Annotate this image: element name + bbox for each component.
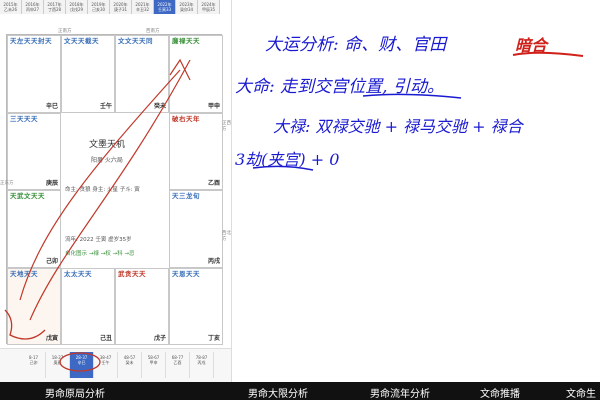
year-tab[interactable]: 2020年 庚子31: [110, 0, 132, 14]
direction-west: 正西方: [222, 121, 231, 132]
palace-cell[interactable]: 天恩天天丁亥: [169, 267, 223, 345]
decade-tab-ganzhi: 癸未: [125, 360, 134, 365]
palace-stars: 文文天天同: [118, 37, 153, 45]
palace-stars: 天三龙旬: [172, 192, 200, 200]
note-line-4: 3劫(夹宫) + 0: [235, 150, 340, 169]
palace-stars: 太太天天: [64, 269, 92, 278]
decade-tab-bar: 8-17 己卯 18-27 庚辰 28-37 辛巳 38-47 壬午 48-57 癸未 58-67 甲…: [0, 348, 231, 382]
chart-panel: 2015年 乙未26 2016年 丙申27 2017年 丁酉28 2018年 戊戌29 2019…: [0, 0, 232, 382]
year-tab-ganzhi: 丁酉28: [47, 7, 62, 12]
palace-branch: 丁亥: [207, 335, 220, 342]
year-tab[interactable]: 2019年 己亥30: [88, 0, 110, 14]
decade-tab[interactable]: 18-27 庚辰: [46, 352, 70, 378]
palace-cell[interactable]: 廉禄天天甲申: [169, 35, 223, 113]
year-tab[interactable]: 2024年 甲辰35: [198, 0, 220, 14]
note-line-3: 大禄: 双禄交驰 + 禄马交驰 + 禄合: [273, 117, 523, 136]
year-tab[interactable]: 2017年 丁酉28: [44, 0, 66, 14]
decade-tab[interactable]: 38-47 壬午: [94, 352, 118, 378]
year-tab[interactable]: 2018年 戊戌29: [66, 0, 88, 14]
palace-branch: 癸未: [153, 102, 166, 110]
direction-southwest: 西南方: [146, 29, 160, 34]
decade-tab[interactable]: 28-37 辛巳: [70, 352, 94, 378]
note-line-1: 大运分析: 命、财、官田: [265, 35, 447, 55]
note-ink-overlay: [252, 51, 584, 171]
year-tab-ganzhi: 甲辰35: [201, 7, 216, 12]
ming-line: 命主: 贪狼 身主: 火星 子斗: 寅: [65, 187, 140, 193]
gender-line: 阳男 火六局: [91, 157, 123, 164]
palace-branch: 己卯: [45, 257, 58, 265]
year-tab-ganzhi: 己亥30: [91, 7, 106, 12]
year-tab[interactable]: 2023年 癸卯34: [176, 0, 198, 14]
ziwei-chart: 文墨天机 阳男 火六局 命主: 贪狼 身主: 火星 子斗: 寅 流年: 2022…: [6, 34, 223, 345]
direction-northwest: 西北方: [222, 231, 231, 242]
decade-tab-ganzhi: 己卯: [29, 360, 38, 365]
palace-stars: 破右天年: [172, 114, 200, 123]
year-tab[interactable]: 2016年 丙申27: [22, 0, 44, 14]
year-tab-ganzhi: 壬寅33: [157, 7, 172, 12]
decade-tab-ganzhi: 庚辰: [53, 360, 62, 365]
year-tab[interactable]: 2015年 乙未26: [0, 0, 22, 14]
year-tab-ganzhi: 戊戌29: [69, 7, 84, 12]
palace-branch: 乙酉: [207, 180, 220, 187]
palace-stars: 天恩天天: [172, 269, 200, 278]
palace-branch: 甲申: [207, 102, 220, 110]
palace-stars: 武贪天天: [118, 269, 146, 278]
decade-tab[interactable]: 8-17 己卯: [22, 352, 46, 378]
palace-stars: 天左天天封天: [10, 37, 52, 45]
year-tab-ganzhi: 辛丑32: [135, 7, 150, 12]
direction-east: 正东方: [0, 181, 14, 186]
palace-cell[interactable]: 武贪天天戊子: [115, 267, 169, 345]
palace-branch: 壬午: [99, 102, 112, 110]
app-title: 文墨天机: [89, 140, 126, 150]
palace-branch: 戊寅: [45, 335, 58, 342]
decade-tab[interactable]: 48-57 癸未: [118, 352, 142, 378]
decade-tab-ganzhi: 丙戌: [197, 360, 206, 365]
hua-legend: 自化图示 →禄 →权 →科 →忌: [65, 251, 135, 257]
subtitle-item[interactable]: 男命原局分析: [45, 385, 105, 400]
year-tab-ganzhi: 癸卯34: [179, 7, 194, 12]
year-tab-ganzhi: 丙申27: [25, 7, 40, 12]
note-line-2: 大命: 走到交宫位置, 引动。: [235, 77, 444, 97]
palace-cell[interactable]: 天三龙旬丙戌: [169, 190, 223, 268]
year-tab[interactable]: 2021年 辛丑32: [132, 0, 154, 14]
year-tab[interactable]: 2022年 壬寅33: [154, 0, 176, 14]
chart-center: 文墨天机 阳男 火六局 命主: 贪狼 身主: 火星 子斗: 寅 流年: 2022…: [61, 115, 169, 267]
note-tag: 暗合: [515, 36, 548, 55]
palace-stars: 廉禄天天: [172, 37, 200, 45]
palace-stars: 三天天天: [10, 114, 38, 123]
palace-stars: 天地天天: [10, 269, 38, 278]
direction-south: 正南方: [58, 29, 72, 34]
palace-branch: 丙戌: [207, 257, 220, 265]
subtitle-item[interactable]: 男命大限分析: [248, 385, 308, 400]
subtitle-item[interactable]: 文命推播: [480, 385, 520, 400]
palace-branch: 庚辰: [45, 180, 58, 187]
palace-cell[interactable]: 三天天天庚辰: [7, 112, 61, 190]
decade-tab[interactable]: 68-77 乙酉: [166, 352, 190, 378]
year-tab-ganzhi: 庚子31: [113, 7, 128, 12]
palace-branch: 己丑: [99, 335, 112, 342]
decade-tab-ganzhi: 甲申: [149, 360, 158, 365]
subtitle-item[interactable]: 文命生: [566, 385, 596, 400]
year-tab-ganzhi: 乙未26: [3, 7, 18, 12]
decade-tab-ganzhi: 乙酉: [173, 360, 182, 365]
notes-canvas: 大运分析: 命、财、官田 暗合 大命: 走到交宫位置, 引动。 大禄: 双禄交驰…: [233, 0, 600, 382]
decade-tab[interactable]: 58-67 甲申: [142, 352, 166, 378]
palace-cell[interactable]: 天武文天天己卯: [7, 190, 61, 268]
subtitle-item[interactable]: 男命流年分析: [370, 385, 430, 400]
liunian-line: 流年: 2022 壬寅 虚岁35岁: [65, 237, 132, 243]
palace-cell[interactable]: 文天天截天壬午: [61, 35, 115, 113]
palace-stars: 天武文天天: [10, 192, 45, 200]
palace-branch: 戊子: [153, 335, 166, 342]
decade-tab-ganzhi: 壬午: [101, 360, 110, 365]
palace-stars: 文天天截天: [64, 37, 99, 45]
decade-tab-ganzhi: 辛巳: [77, 360, 86, 365]
palace-cell[interactable]: 天地天天戊寅: [7, 267, 61, 345]
subtitle-bar: 男命原局分析 男命大限分析 男命流年分析 文命推播 文命生: [0, 382, 600, 400]
palace-cell[interactable]: 文文天天同癸未: [115, 35, 169, 113]
palace-cell[interactable]: 天左天天封天辛巳: [7, 35, 61, 113]
palace-cell[interactable]: 太太天天己丑: [61, 267, 115, 345]
palace-branch: 辛巳: [45, 102, 58, 110]
decade-tab[interactable]: 78-87 丙戌: [190, 352, 214, 378]
palace-cell[interactable]: 破右天年乙酉: [169, 112, 223, 190]
